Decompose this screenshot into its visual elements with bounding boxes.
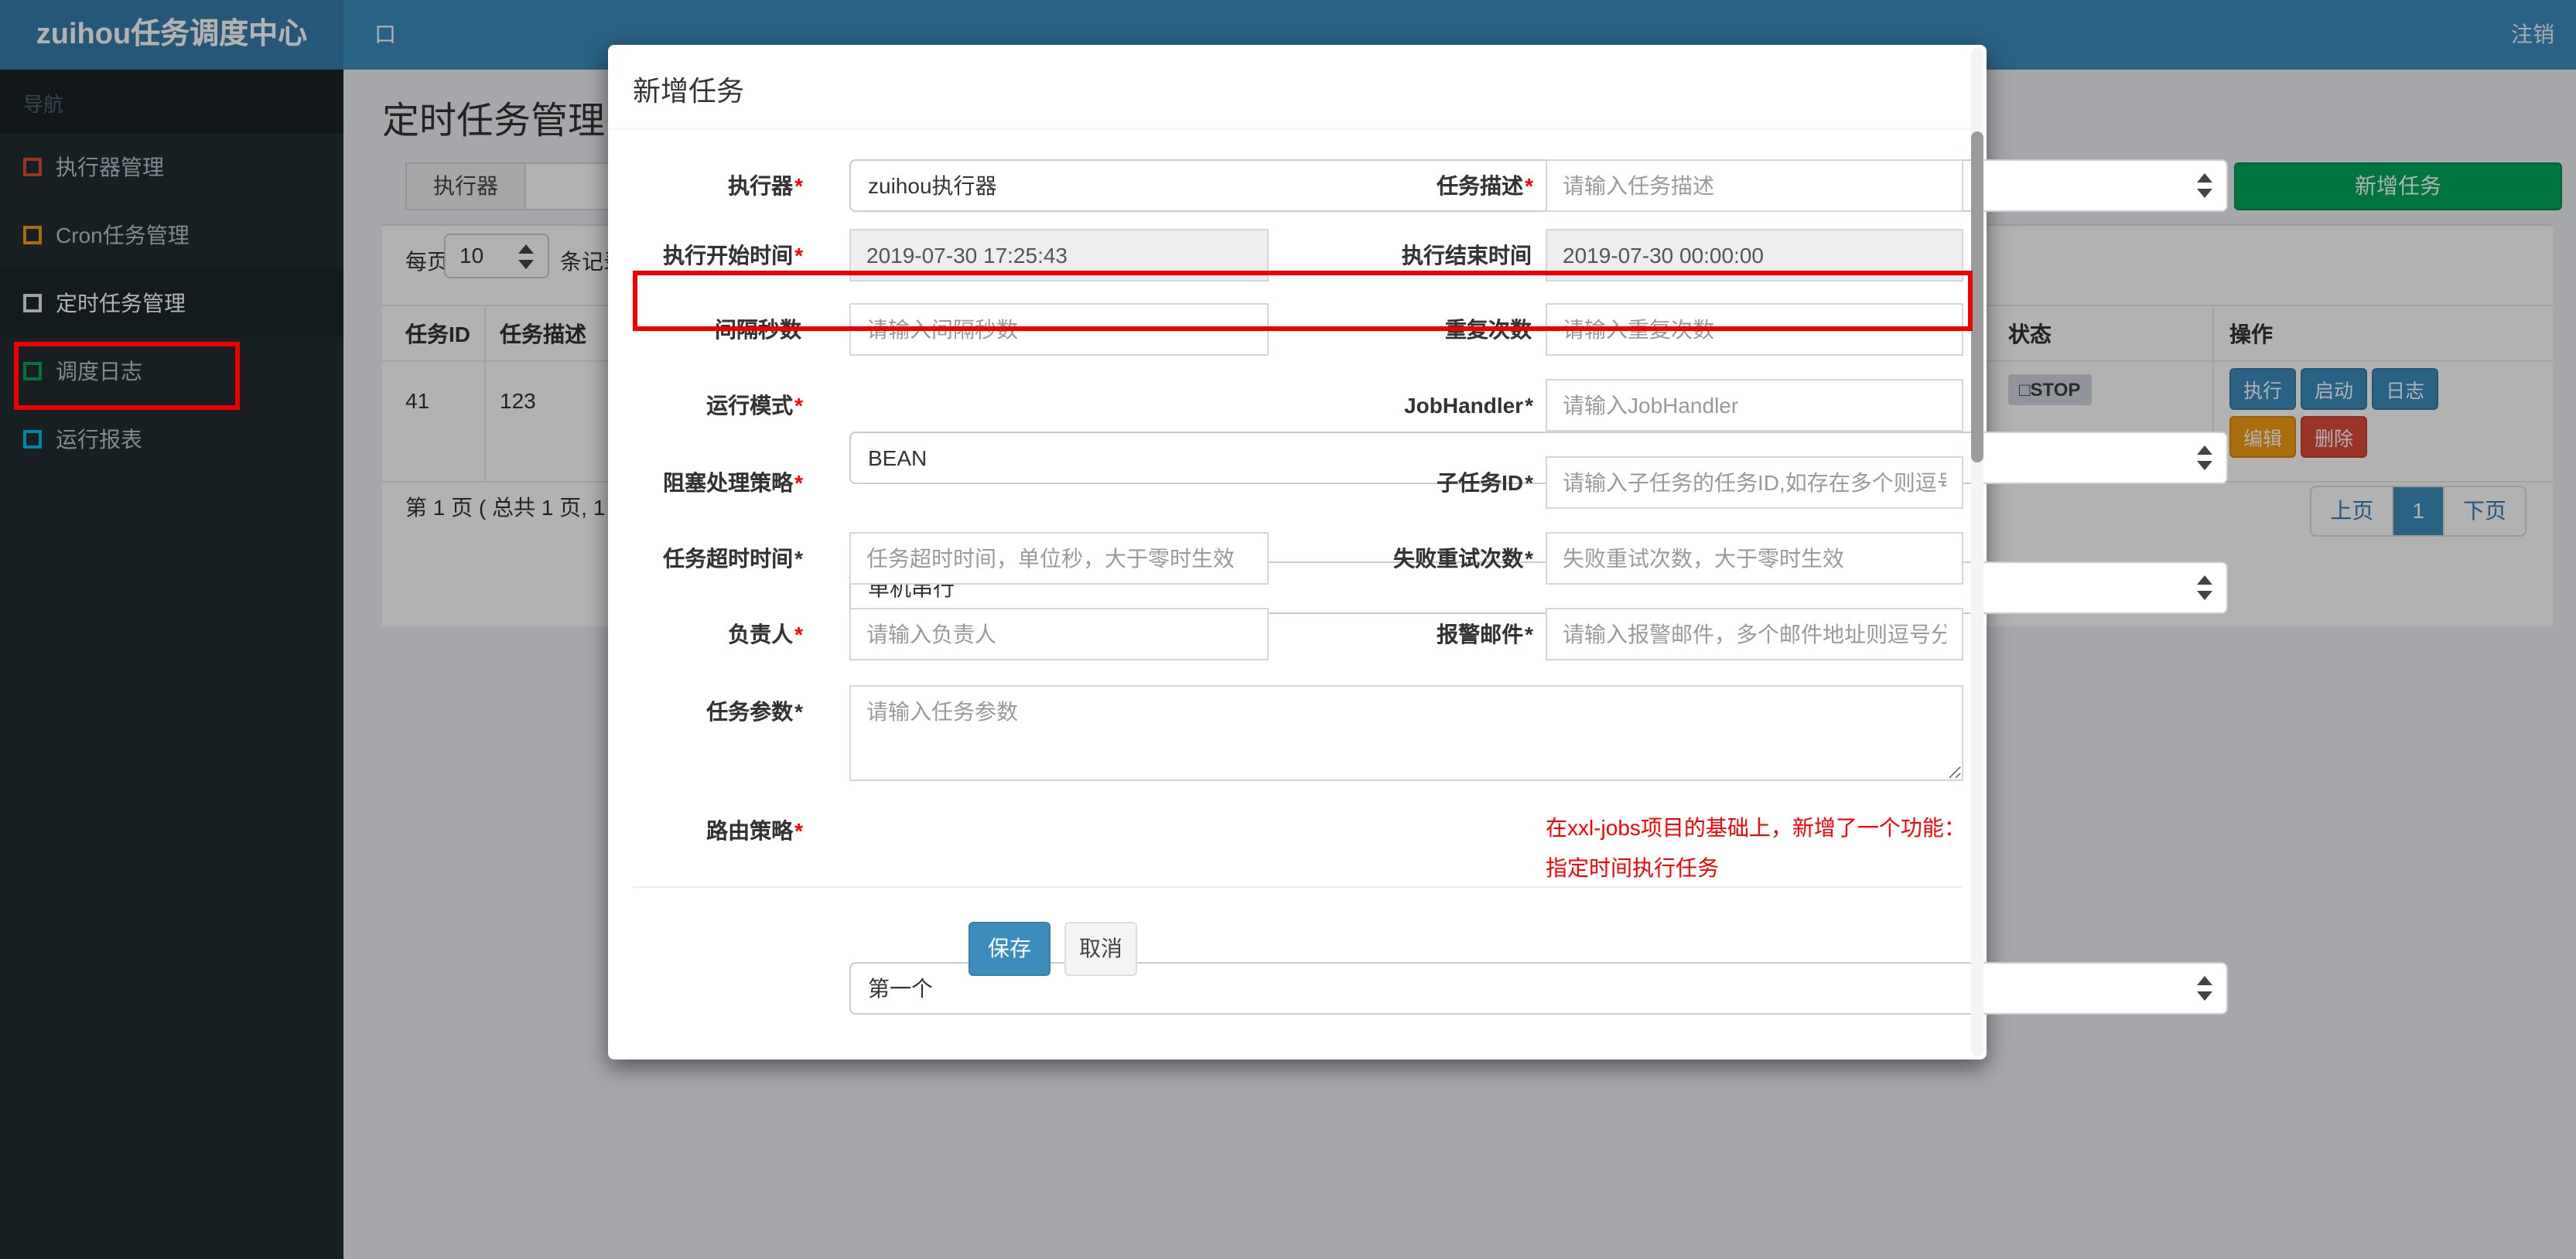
- block-strategy-label: 阻塞处理策略 *: [663, 470, 803, 495]
- interval-seconds-label: 间隔秒数: [715, 317, 801, 342]
- task-desc-label: 任务描述 *: [1437, 173, 1533, 198]
- repeat-count-label: 重复次数: [1445, 317, 1532, 342]
- app-root: zuihou任务调度中心 口 注销 导航 执行器管理 Cron任务管理 定时任务…: [0, 0, 2576, 1259]
- exec-end-time-input[interactable]: [1546, 229, 1963, 281]
- timeout-input[interactable]: [849, 532, 1269, 585]
- jobhandler-input[interactable]: [1546, 379, 1963, 432]
- select-caret-icon: [2197, 173, 2212, 198]
- alarm-email-input[interactable]: [1546, 608, 1963, 660]
- exec-start-time-input[interactable]: [849, 229, 1269, 281]
- repeat-count-input[interactable]: [1546, 303, 1963, 356]
- select-caret-icon: [2197, 445, 2212, 470]
- modal-title: 新增任务: [633, 76, 744, 107]
- modal-header-divider: [608, 128, 1987, 130]
- retry-count-label: 失败重试次数 *: [1393, 546, 1533, 571]
- run-mode-label: 运行模式 *: [706, 393, 803, 418]
- modal-scrollbar-thumb[interactable]: [1971, 131, 1983, 462]
- feature-note-line2: 指定时间执行任务: [1546, 855, 1719, 880]
- executor-label: 执行器 *: [728, 173, 803, 198]
- job-param-textarea[interactable]: [849, 685, 1963, 781]
- save-button[interactable]: 保存: [969, 922, 1051, 976]
- select-caret-icon: [2197, 575, 2212, 600]
- feature-note-line1: 在xxl-jobs项目的基础上，新增了一个功能：: [1546, 815, 1966, 840]
- cancel-button[interactable]: 取消: [1064, 922, 1137, 976]
- job-param-label: 任务参数 *: [706, 699, 803, 724]
- modal-footer-divider: [633, 886, 1962, 888]
- run-mode-select[interactable]: BEAN: [849, 432, 2228, 484]
- owner-input[interactable]: [849, 608, 1269, 660]
- owner-label: 负责人 *: [728, 622, 803, 647]
- route-strategy-select[interactable]: 第一个: [849, 962, 2228, 1015]
- feature-note: 在xxl-jobs项目的基础上，新增了一个功能： 指定时间执行任务: [1546, 807, 1966, 888]
- interval-seconds-input[interactable]: [849, 303, 1269, 356]
- exec-end-time-label: 执行结束时间: [1402, 243, 1532, 268]
- child-jobid-input[interactable]: [1546, 456, 1963, 509]
- retry-count-input[interactable]: [1546, 532, 1963, 585]
- executor-select[interactable]: zuihou执行器: [849, 159, 2228, 212]
- timeout-label: 任务超时时间 *: [663, 546, 803, 571]
- select-caret-icon: [2197, 976, 2212, 1001]
- task-desc-input[interactable]: [1546, 159, 1963, 212]
- exec-start-time-label: 执行开始时间 *: [663, 243, 803, 268]
- route-strategy-label: 路由策略 *: [706, 818, 803, 843]
- child-jobid-label: 子任务ID *: [1437, 470, 1533, 495]
- alarm-email-label: 报警邮件 *: [1437, 622, 1533, 647]
- jobhandler-label: JobHandler *: [1404, 393, 1533, 418]
- add-task-modal: 新增任务 执行器* zuihou执行器 任务描述* 执行开始时间* 执行结束时间…: [608, 45, 2228, 1059]
